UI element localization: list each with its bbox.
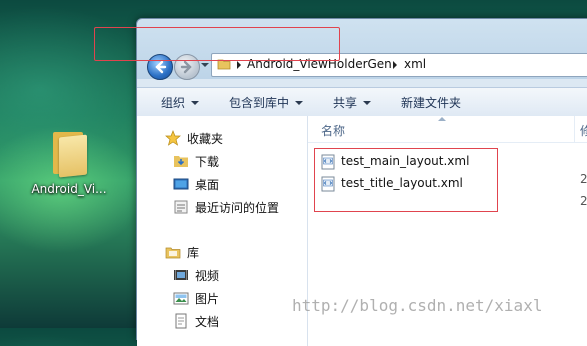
command-toolbar: 组织 包含到库中 共享 新建文件夹: [137, 87, 587, 117]
chevron-down-icon: [191, 101, 200, 105]
organize-button[interactable]: 组织: [161, 94, 200, 111]
recent-places-icon: [174, 200, 188, 214]
back-arrow-icon: [155, 60, 167, 74]
column-divider[interactable]: [574, 116, 575, 142]
include-in-library-button[interactable]: 包含到库中: [229, 94, 304, 111]
new-folder-button[interactable]: 新建文件夹: [401, 94, 461, 111]
desktop-folder-icon[interactable]: Android_Vi...: [26, 130, 112, 196]
breadcrumb-xml[interactable]: xml: [404, 57, 426, 71]
breadcrumb-arrow-icon[interactable]: [393, 61, 397, 69]
folder-icon: [49, 130, 89, 178]
column-header-row: 名称 修: [308, 116, 587, 143]
file-date: 2: [580, 172, 587, 186]
file-date: 2: [580, 194, 587, 208]
watermark-text: http://blog.csdn.net/xiaxl: [292, 296, 543, 315]
chevron-down-icon: [295, 101, 304, 105]
picture-icon: [173, 292, 189, 305]
breadcrumb-arrow-icon[interactable]: [237, 61, 241, 69]
desktop-icon: [173, 178, 189, 190]
download-folder-icon: [174, 156, 188, 167]
column-header-name[interactable]: 名称: [321, 122, 345, 139]
document-icon: [175, 313, 187, 329]
sort-ascending-icon: [438, 117, 446, 121]
column-header-date-modified[interactable]: 修: [580, 122, 587, 139]
forward-arrow-icon: [180, 60, 192, 74]
navigation-pane: 收藏夹 下载 桌面 最近访问的位置 库 视频 图片 文档: [137, 116, 308, 346]
star-icon: [165, 130, 181, 146]
desktop-icon-label: Android_Vi...: [31, 182, 107, 196]
library-icon: [165, 247, 181, 259]
share-button[interactable]: 共享: [333, 94, 372, 111]
files-highlight-box: [314, 148, 498, 212]
video-icon: [174, 270, 188, 280]
address-highlight-box: [94, 27, 340, 61]
history-dropdown-icon[interactable]: [201, 61, 209, 69]
chevron-down-icon: [363, 101, 372, 105]
